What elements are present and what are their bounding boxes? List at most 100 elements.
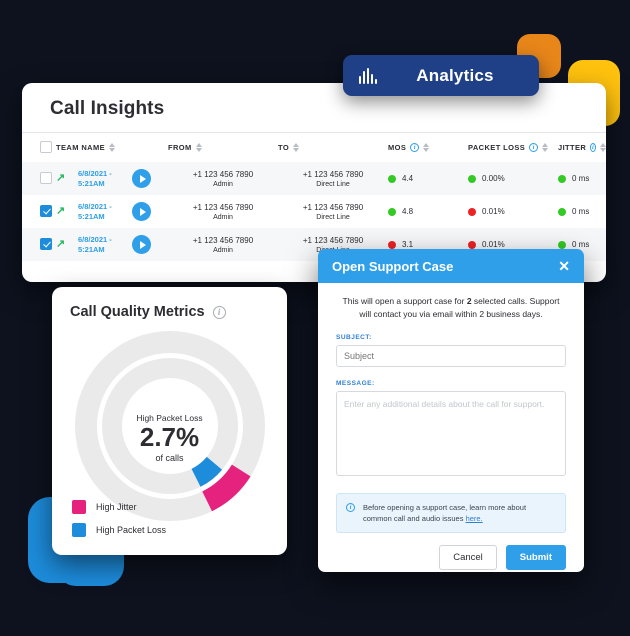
play-icon[interactable] — [132, 169, 151, 188]
sort-icon[interactable] — [109, 142, 116, 152]
legend-swatch — [72, 523, 86, 537]
cancel-button[interactable]: Cancel — [439, 545, 497, 570]
from-cell: +1 123 456 7890 Admin — [168, 195, 278, 228]
column-label: PACKET LOSS — [468, 142, 526, 152]
mos-cell: 4.8 — [388, 195, 468, 228]
status-dot — [558, 207, 566, 216]
sort-icon[interactable] — [542, 142, 549, 152]
play-icon[interactable] — [132, 202, 151, 221]
to-number: +1 123 456 7890 — [302, 169, 364, 179]
info-icon[interactable]: i — [410, 142, 420, 152]
column-label: FROM — [168, 142, 192, 152]
metrics-title: Call Quality Metrics — [70, 304, 205, 320]
call-date-cell[interactable]: 6/8/2021 - 5:21AM — [78, 228, 132, 261]
sort-icon[interactable] — [195, 142, 202, 152]
call-date-cell[interactable]: 6/8/2021 - 5:21AM — [78, 195, 132, 228]
calls-table: TEAM NAME FROM TO MOS i PACKET LOSS i JI… — [22, 132, 606, 261]
info-icon[interactable]: i — [212, 305, 226, 319]
call-date-link[interactable]: 6/8/2021 - 5:21AM — [78, 235, 112, 253]
jitter-cell: 0 ms — [558, 162, 606, 195]
select-all-header[interactable] — [22, 132, 56, 162]
mos-value: 3.1 — [402, 240, 414, 249]
open-support-case-dialog: Open Support Case ✕ This will open a sup… — [318, 249, 584, 572]
dialog-actions: Cancel Submit — [318, 533, 584, 570]
row-checkbox[interactable] — [40, 237, 52, 250]
from-cell: +1 123 456 7890 Admin — [168, 162, 278, 195]
submit-button[interactable]: Submit — [505, 545, 566, 570]
info-banner-body: Before opening a support case, learn mor… — [363, 502, 527, 523]
status-dot — [388, 207, 396, 216]
row-select-cell[interactable] — [22, 195, 56, 228]
to-label: Direct Line — [316, 180, 350, 188]
legend-swatch — [72, 500, 86, 514]
screen: Analytics Call Insights TEAM NAME FROM T… — [0, 0, 630, 636]
row-checkbox[interactable] — [40, 204, 52, 217]
from-number: +1 123 456 7890 — [192, 235, 254, 245]
sort-icon[interactable] — [293, 142, 300, 152]
outbound-arrow-icon: ↗ — [56, 238, 66, 250]
from-number: +1 123 456 7890 — [192, 169, 254, 179]
jitter-value: 0 ms — [572, 207, 590, 216]
status-dot — [558, 240, 566, 249]
bar-chart-icon — [359, 67, 377, 84]
message-field[interactable] — [336, 390, 566, 476]
mos-value: 4.8 — [402, 207, 414, 216]
chart-legend: High Jitter High Packet Loss — [72, 500, 166, 537]
column-header-to[interactable]: TO — [278, 132, 388, 162]
sort-icon[interactable] — [423, 142, 430, 152]
donut-center-text: High Packet Loss 2.7% of calls — [95, 413, 245, 463]
jitter-cell: 0 ms — [558, 195, 606, 228]
message-label: MESSAGE: — [336, 379, 375, 387]
from-label: Admin — [213, 213, 233, 221]
to-label: Direct Line — [316, 213, 350, 221]
jitter-value: 0 ms — [572, 240, 590, 249]
play-cell[interactable] — [132, 228, 168, 261]
from-number: +1 123 456 7890 — [192, 202, 254, 212]
info-icon[interactable]: i — [590, 142, 596, 152]
sort-icon[interactable] — [600, 142, 606, 152]
dialog-body: This will open a support case for 2 sele… — [318, 283, 584, 533]
row-checkbox[interactable] — [40, 171, 52, 184]
packet-loss-cell: 0.00% — [468, 162, 558, 195]
to-cell: +1 123 456 7890Direct Line — [278, 195, 388, 228]
column-header-jitter[interactable]: JITTER i — [558, 132, 606, 162]
column-label: MOS — [388, 142, 407, 152]
legend-label: High Packet Loss — [96, 525, 167, 535]
column-label: TEAM NAME — [56, 142, 106, 152]
learn-more-link[interactable]: here. — [466, 514, 483, 523]
close-icon[interactable]: ✕ — [558, 259, 570, 273]
column-header-mos[interactable]: MOS i — [388, 132, 468, 162]
call-date-link[interactable]: 6/8/2021 - 5:21AM — [78, 169, 112, 187]
donut-center-sub: of calls — [155, 452, 184, 463]
column-label: TO — [278, 142, 290, 152]
call-date-cell[interactable]: 6/8/2021 - 5:21AM — [78, 162, 132, 195]
info-icon[interactable]: i — [529, 142, 539, 152]
call-direction-cell: ↗ — [56, 195, 78, 228]
analytics-badge[interactable]: Analytics — [343, 55, 539, 96]
column-header-from[interactable]: FROM — [168, 132, 278, 162]
play-cell[interactable] — [132, 162, 168, 195]
table-row[interactable]: ↗ 6/8/2021 - 5:21AM +1 123 456 7890 Admin +1… — [22, 195, 606, 228]
dialog-title: Open Support Case — [332, 258, 454, 274]
to-cell: +1 123 456 7890Direct Line — [278, 162, 388, 195]
call-direction-cell: ↗ — [56, 228, 78, 261]
column-header-team-name[interactable]: TEAM NAME — [56, 132, 168, 162]
column-label: JITTER — [558, 142, 587, 152]
info-banner-text: Before opening a support case, learn mor… — [363, 502, 556, 525]
play-cell[interactable] — [132, 195, 168, 228]
outbound-arrow-icon: ↗ — [56, 172, 66, 184]
column-header-packet-loss[interactable]: PACKET LOSS i — [468, 132, 558, 162]
call-date-link[interactable]: 6/8/2021 - 5:21AM — [78, 202, 112, 220]
subject-field[interactable] — [336, 344, 566, 367]
select-all-checkbox[interactable] — [40, 141, 52, 153]
outbound-arrow-icon: ↗ — [56, 205, 66, 217]
donut-chart: High Packet Loss 2.7% of calls — [52, 326, 287, 521]
table-row[interactable]: ↗ 6/8/2021 - 5:21AM +1 123 456 7890 Admin +1… — [22, 162, 606, 195]
legend-label: High Jitter — [96, 502, 137, 512]
call-direction-cell: ↗ — [56, 162, 78, 195]
row-select-cell[interactable] — [22, 162, 56, 195]
status-dot — [468, 207, 476, 216]
row-select-cell[interactable] — [22, 228, 56, 261]
packet-loss-value: 0.01% — [482, 240, 505, 249]
play-icon[interactable] — [132, 235, 151, 254]
